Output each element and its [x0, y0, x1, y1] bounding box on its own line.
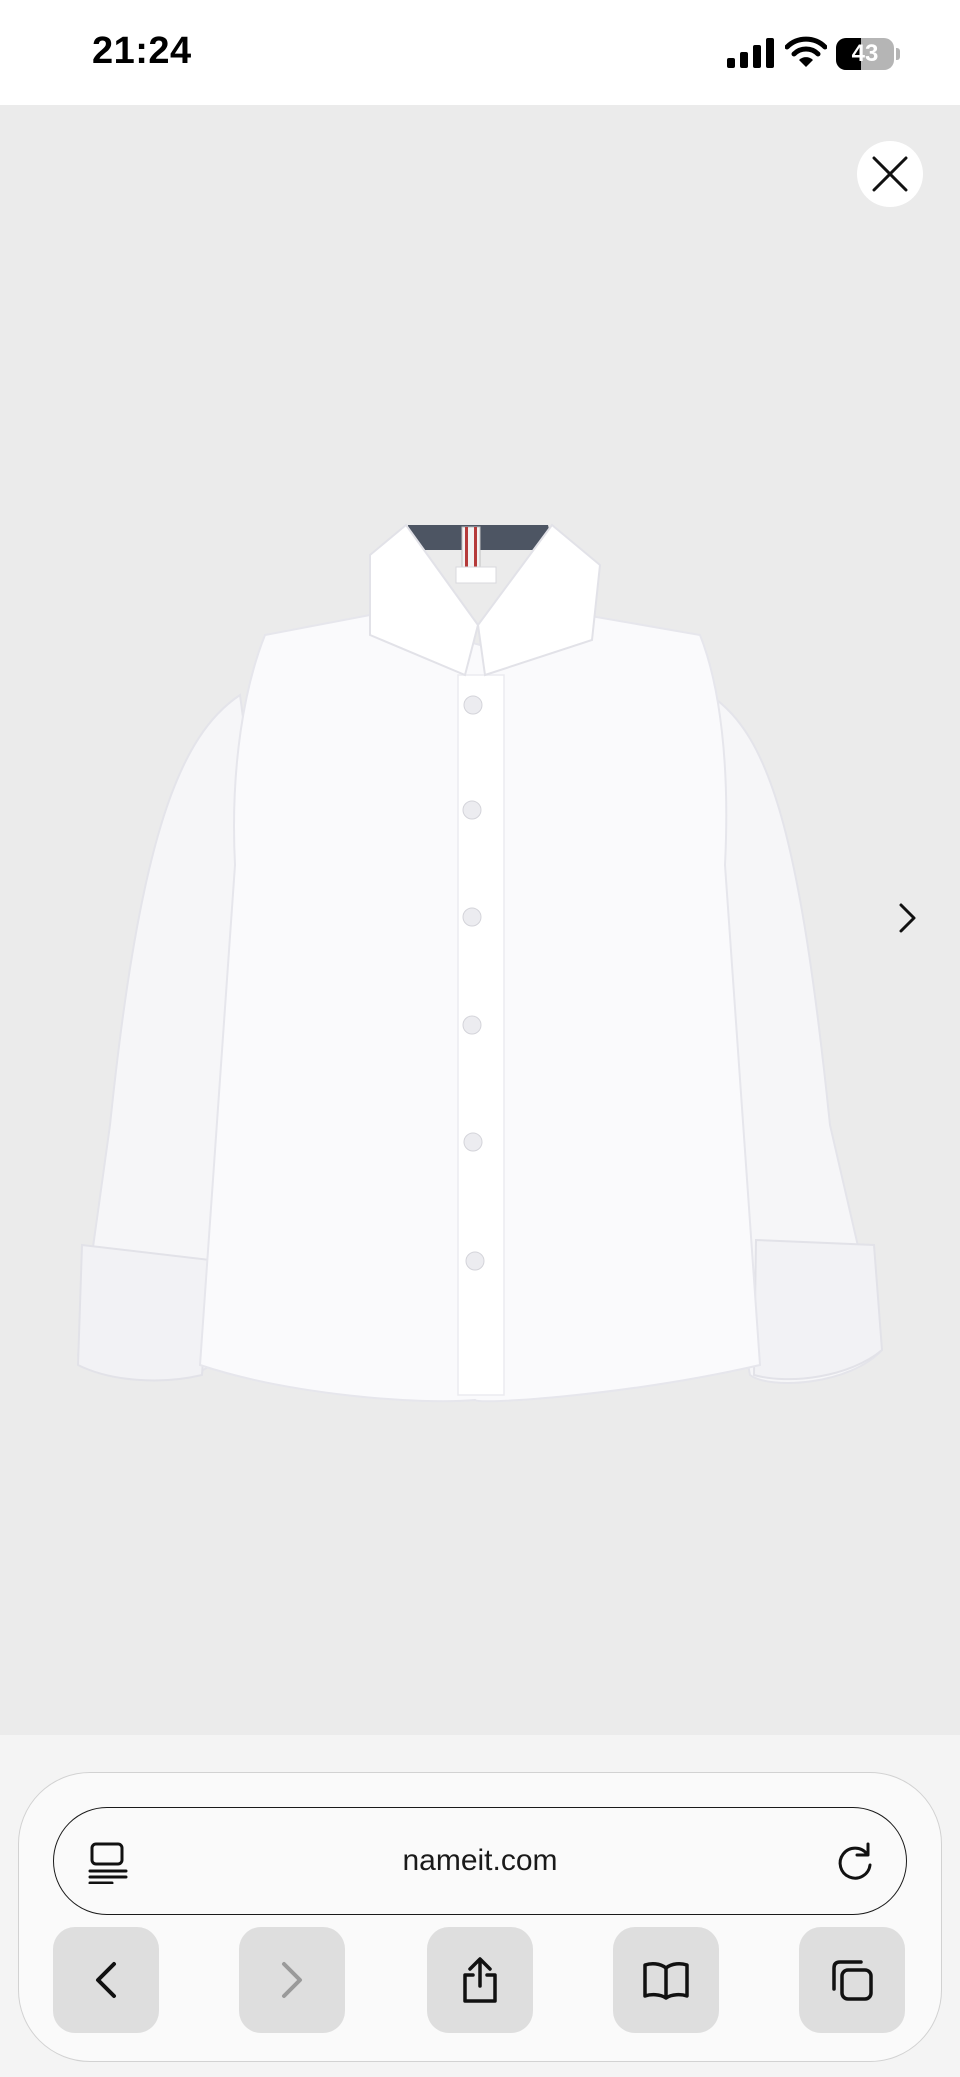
product-image — [76, 523, 884, 1403]
bookmarks-button[interactable] — [613, 1927, 719, 2033]
status-bar: 21:24 43 — [0, 0, 960, 105]
close-button[interactable] — [857, 141, 923, 207]
battery-level: 43 — [851, 40, 879, 67]
status-time: 21:24 — [92, 30, 192, 72]
close-icon — [872, 156, 908, 192]
tabs-button[interactable] — [799, 1927, 905, 2033]
reader-icon[interactable] — [88, 1842, 128, 1884]
cellular-signal-icon — [727, 38, 774, 68]
battery-icon: 43 — [836, 38, 900, 70]
chevron-right-icon — [282, 1962, 302, 1998]
wifi-icon — [785, 36, 827, 67]
image-gallery — [0, 105, 960, 1735]
chevron-left-icon — [96, 1962, 116, 1998]
url-text[interactable]: nameit.com — [174, 1808, 786, 1913]
book-icon — [643, 1962, 689, 2000]
address-bar[interactable]: nameit.com — [53, 1807, 907, 1915]
share-icon — [463, 1957, 497, 2003]
tabs-icon — [832, 1960, 873, 2001]
chevron-right-icon — [899, 903, 916, 933]
share-button[interactable] — [427, 1927, 533, 2033]
forward-button[interactable] — [239, 1927, 345, 2033]
browser-toolbar: nameit.com — [0, 1735, 960, 2077]
toolbar-card: nameit.com — [18, 1772, 942, 2062]
reload-icon[interactable] — [834, 1842, 876, 1884]
back-button[interactable] — [53, 1927, 159, 2033]
next-image-button[interactable] — [884, 890, 932, 946]
